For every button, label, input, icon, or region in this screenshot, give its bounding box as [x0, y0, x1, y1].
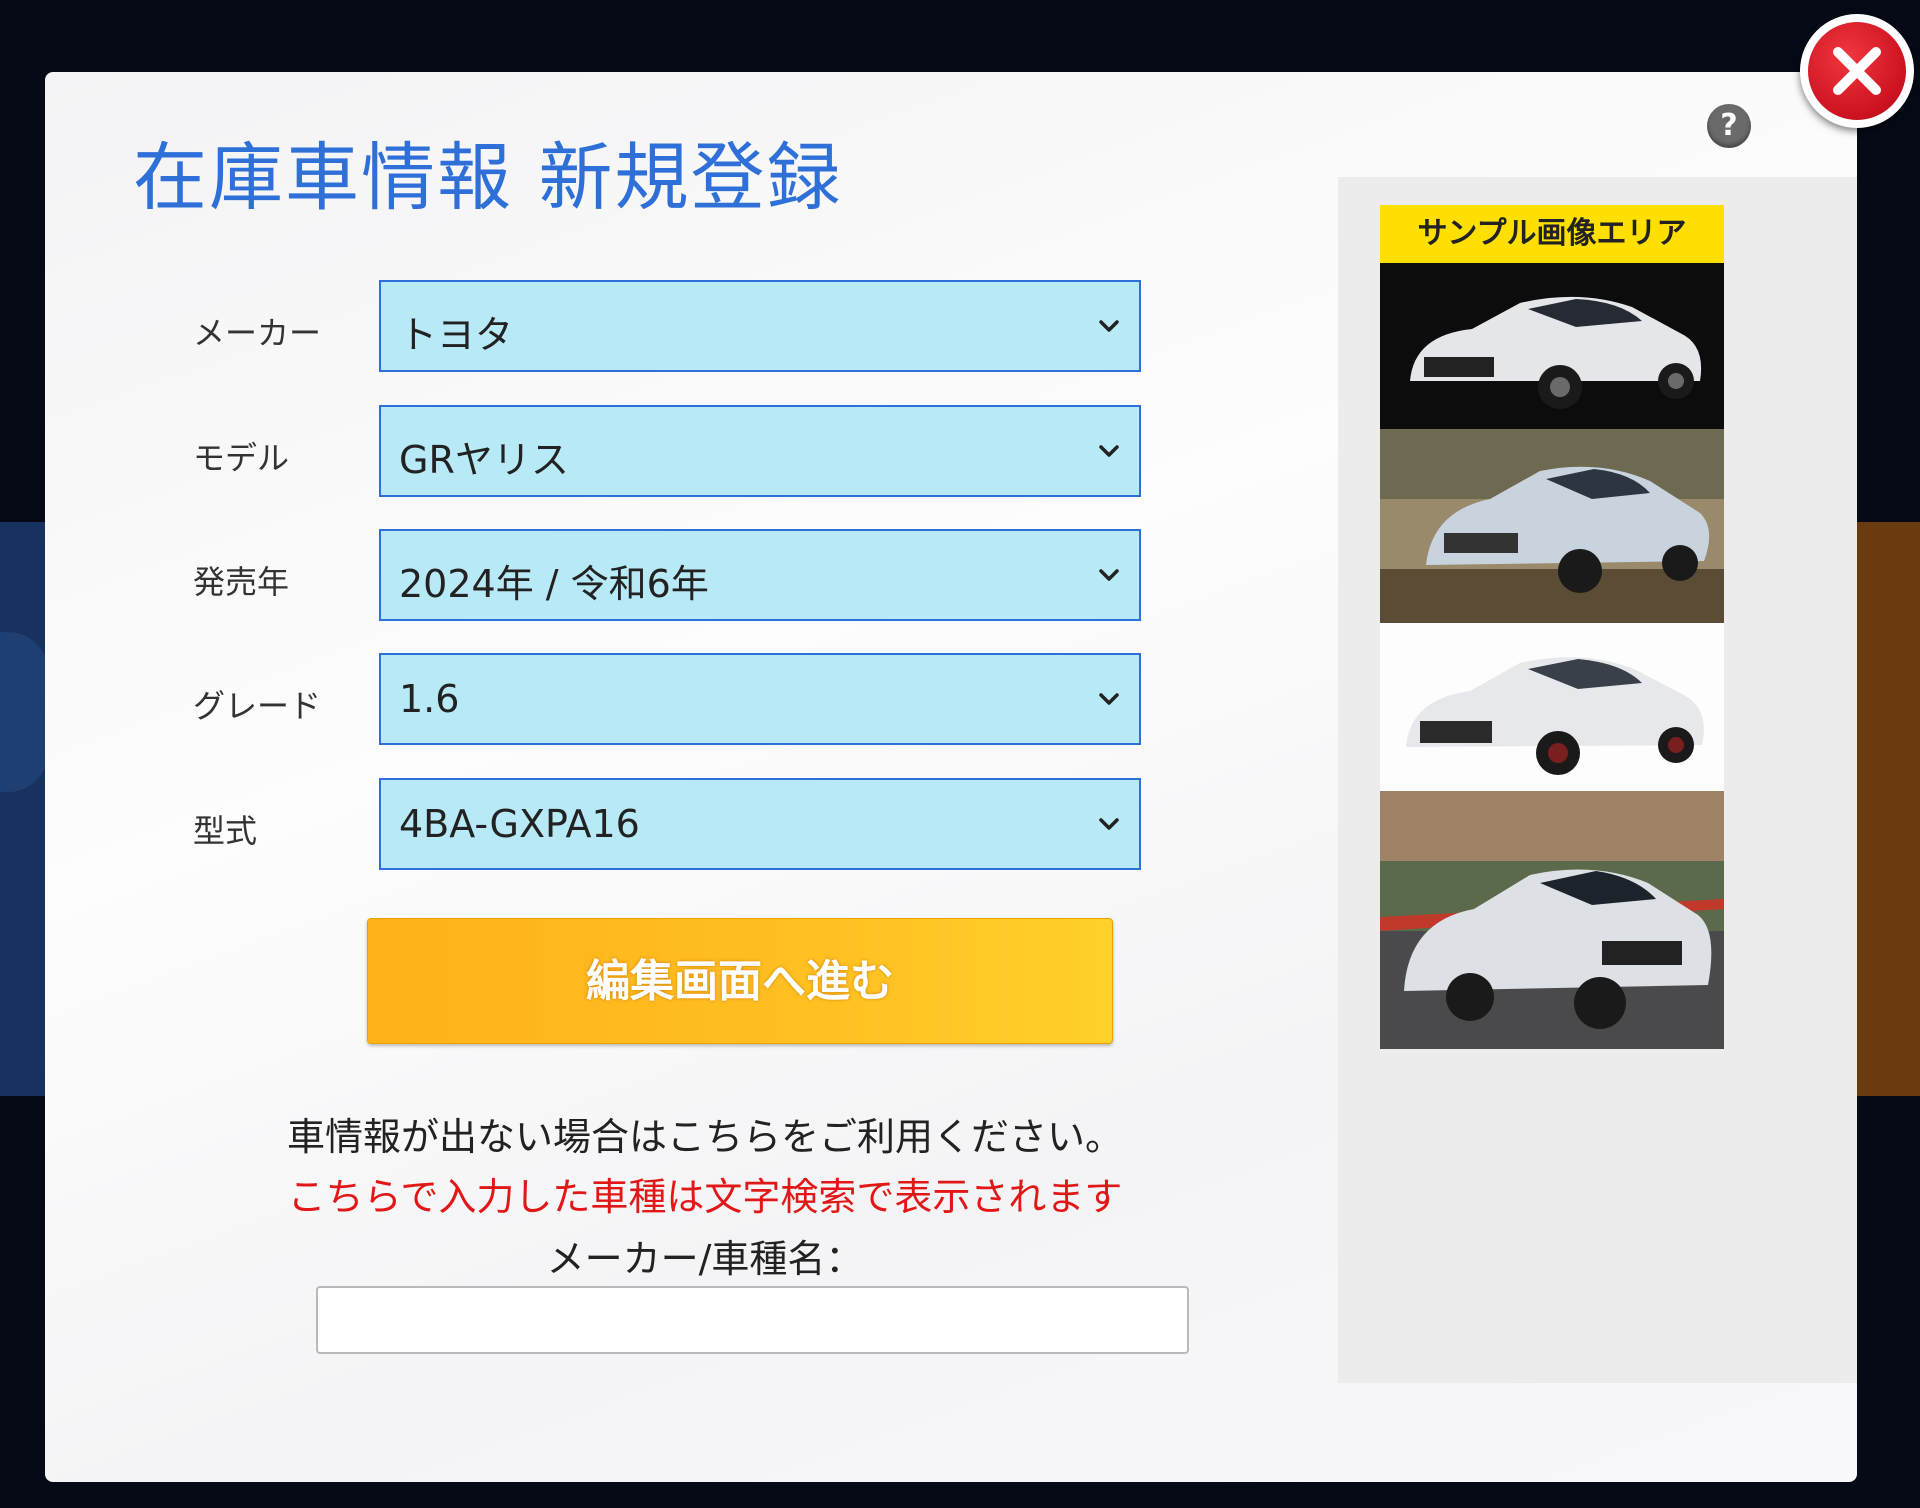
- sample-image-area-header: サンプル画像エリア: [1380, 205, 1724, 263]
- sample-car-image: [1380, 263, 1724, 429]
- proceed-to-edit-button[interactable]: 編集画面へ進む: [367, 918, 1113, 1044]
- manual-entry-warning: こちらで入力した車種は文字検索で表示されます: [287, 1175, 1123, 1219]
- chevron-down-icon: [1099, 569, 1119, 581]
- type-label: 型式: [193, 812, 258, 850]
- sample-image-area: サンプル画像エリア: [1338, 177, 1857, 1383]
- background-left-banner: [0, 522, 48, 1096]
- maker-label: メーカー: [193, 314, 322, 352]
- background-right-banner: [1856, 522, 1920, 1096]
- maker-model-name-label: メーカー/車種名：: [546, 1237, 864, 1281]
- chevron-down-icon: [1099, 818, 1119, 830]
- chevron-down-icon: [1099, 320, 1119, 332]
- background-shape: [0, 632, 48, 792]
- maker-model-name-input[interactable]: [316, 1286, 1189, 1354]
- type-select-value: 4BA-GXPA16: [399, 802, 640, 846]
- close-button[interactable]: [1800, 14, 1914, 128]
- registration-modal: 在庫車情報 新規登録 ? メーカー トヨタ モデル GRヤリス 発売年 2024…: [45, 72, 1857, 1482]
- sample-car-image: [1380, 429, 1724, 623]
- manual-entry-note: 車情報が出ない場合はこちらをご利用ください。: [286, 1115, 1123, 1159]
- help-icon[interactable]: ?: [1707, 104, 1751, 148]
- chevron-down-icon: [1099, 693, 1119, 705]
- close-icon: [1833, 47, 1881, 95]
- sample-car-image: [1380, 791, 1724, 1049]
- maker-select[interactable]: トヨタ: [379, 280, 1141, 372]
- grade-select-value: 1.6: [399, 677, 460, 721]
- maker-select-value: トヨタ: [399, 313, 514, 357]
- page-title: 在庫車情報 新規登録: [133, 135, 843, 221]
- chevron-down-icon: [1099, 445, 1119, 457]
- model-select[interactable]: GRヤリス: [379, 405, 1141, 497]
- year-select[interactable]: 2024年 / 令和6年: [379, 529, 1141, 621]
- model-select-value: GRヤリス: [399, 438, 569, 482]
- grade-select[interactable]: 1.6: [379, 653, 1141, 745]
- year-label: 発売年: [193, 563, 290, 601]
- sample-car-image: [1380, 623, 1724, 791]
- grade-label: グレード: [193, 687, 322, 725]
- model-label: モデル: [193, 439, 290, 477]
- type-select[interactable]: 4BA-GXPA16: [379, 778, 1141, 870]
- year-select-value: 2024年 / 令和6年: [399, 562, 709, 606]
